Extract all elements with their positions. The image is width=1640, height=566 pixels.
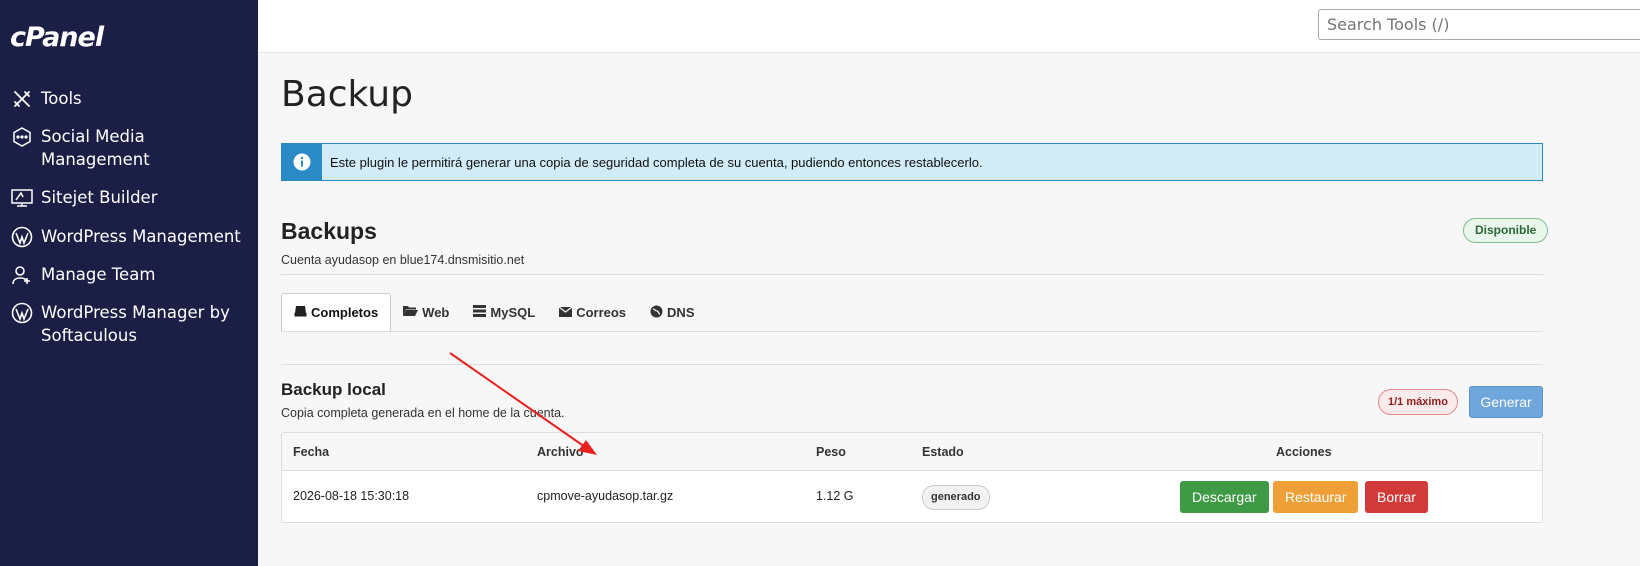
header-acciones: Acciones: [1276, 445, 1332, 459]
local-backup-description: Copia completa generada en el home de la…: [281, 406, 565, 420]
sidebar-item-label: Manage Team: [41, 265, 156, 284]
status-pill: generado: [922, 485, 990, 510]
divider: [281, 331, 1543, 332]
header-fecha: Fecha: [293, 445, 330, 459]
folder-icon: [403, 305, 419, 320]
generate-button[interactable]: Generar: [1469, 386, 1543, 418]
info-alert: Este plugin le permitirá generar una cop…: [281, 143, 1543, 181]
wordpress-icon: [10, 225, 34, 249]
header-peso: Peso: [816, 445, 846, 459]
divider: [281, 364, 1543, 365]
account-info: Cuenta ayudasop en blue174.dnsmisitio.ne…: [281, 253, 525, 267]
search-input[interactable]: [1318, 9, 1640, 40]
sidebar-item-label: Tools: [41, 89, 82, 108]
download-button[interactable]: Descargar: [1180, 481, 1269, 513]
backup-table: Fecha Archivo Peso Estado Acciones 2026-…: [281, 432, 1543, 523]
server-icon: [473, 305, 487, 320]
sidebar-item-manage-team[interactable]: Manage Team: [10, 263, 241, 287]
backup-tabs: Completos Web MySQL Correos DNS: [281, 293, 707, 332]
header-estado: Estado: [922, 445, 964, 459]
sidebar-item-wordpress-management[interactable]: WordPress Management: [10, 225, 241, 249]
tab-correos[interactable]: Correos: [547, 293, 638, 332]
manage-team-icon: [10, 263, 34, 287]
page-title: Backup: [281, 74, 413, 115]
table-header: Fecha Archivo Peso Estado Acciones: [282, 433, 1542, 471]
sidebar-item-label: Social Media Management: [41, 127, 150, 169]
wordpress-icon: [10, 301, 34, 325]
sidebar-item-tools[interactable]: Tools: [10, 87, 241, 111]
tab-web[interactable]: Web: [391, 293, 461, 332]
drive-icon: [294, 305, 307, 320]
sidebar-item-social-media[interactable]: Social Media Management: [10, 125, 241, 171]
tab-label: MySQL: [490, 305, 536, 320]
sidebar-item-label: WordPress Manager by Softaculous: [41, 303, 230, 345]
tab-label: DNS: [667, 305, 695, 320]
globe-icon: [650, 305, 663, 321]
header-archivo: Archivo: [537, 445, 584, 459]
info-icon: [282, 144, 322, 180]
divider: [281, 274, 1543, 275]
tools-icon: [10, 87, 34, 111]
backups-heading: Backups: [281, 218, 377, 244]
tab-mysql[interactable]: MySQL: [461, 293, 547, 332]
tab-label: Web: [422, 305, 450, 320]
cell-archivo: cpmove-ayudasop.tar.gz: [537, 489, 674, 503]
tab-completos[interactable]: Completos: [281, 293, 392, 332]
status-badge: Disponible: [1463, 218, 1549, 243]
envelope-icon: [558, 305, 573, 320]
sidebar: cPanel Tools Social Media Management Sit…: [0, 0, 258, 566]
cell-fecha: 2026-08-18 15:30:18: [293, 489, 410, 503]
limit-badge: 1/1 máximo: [1378, 389, 1458, 415]
restore-button[interactable]: Restaurar: [1273, 481, 1359, 513]
tab-label: Correos: [576, 305, 627, 320]
local-backup-heading: Backup local: [281, 380, 386, 399]
cpanel-logo[interactable]: cPanel: [10, 22, 104, 53]
tab-label: Completos: [311, 305, 379, 320]
alert-text: Este plugin le permitirá generar una cop…: [330, 154, 983, 170]
topbar: [258, 0, 1640, 53]
tab-dns[interactable]: DNS: [638, 293, 706, 332]
sitejet-icon: [10, 186, 34, 210]
sidebar-item-sitejet[interactable]: Sitejet Builder: [10, 186, 241, 210]
cell-peso: 1.12 G: [816, 489, 854, 503]
social-media-icon: [10, 125, 34, 149]
sidebar-item-label: Sitejet Builder: [41, 188, 158, 207]
delete-button[interactable]: Borrar: [1365, 481, 1428, 513]
sidebar-item-label: WordPress Management: [41, 227, 241, 246]
sidebar-item-wordpress-manager-softaculous[interactable]: WordPress Manager by Softaculous: [10, 301, 241, 347]
